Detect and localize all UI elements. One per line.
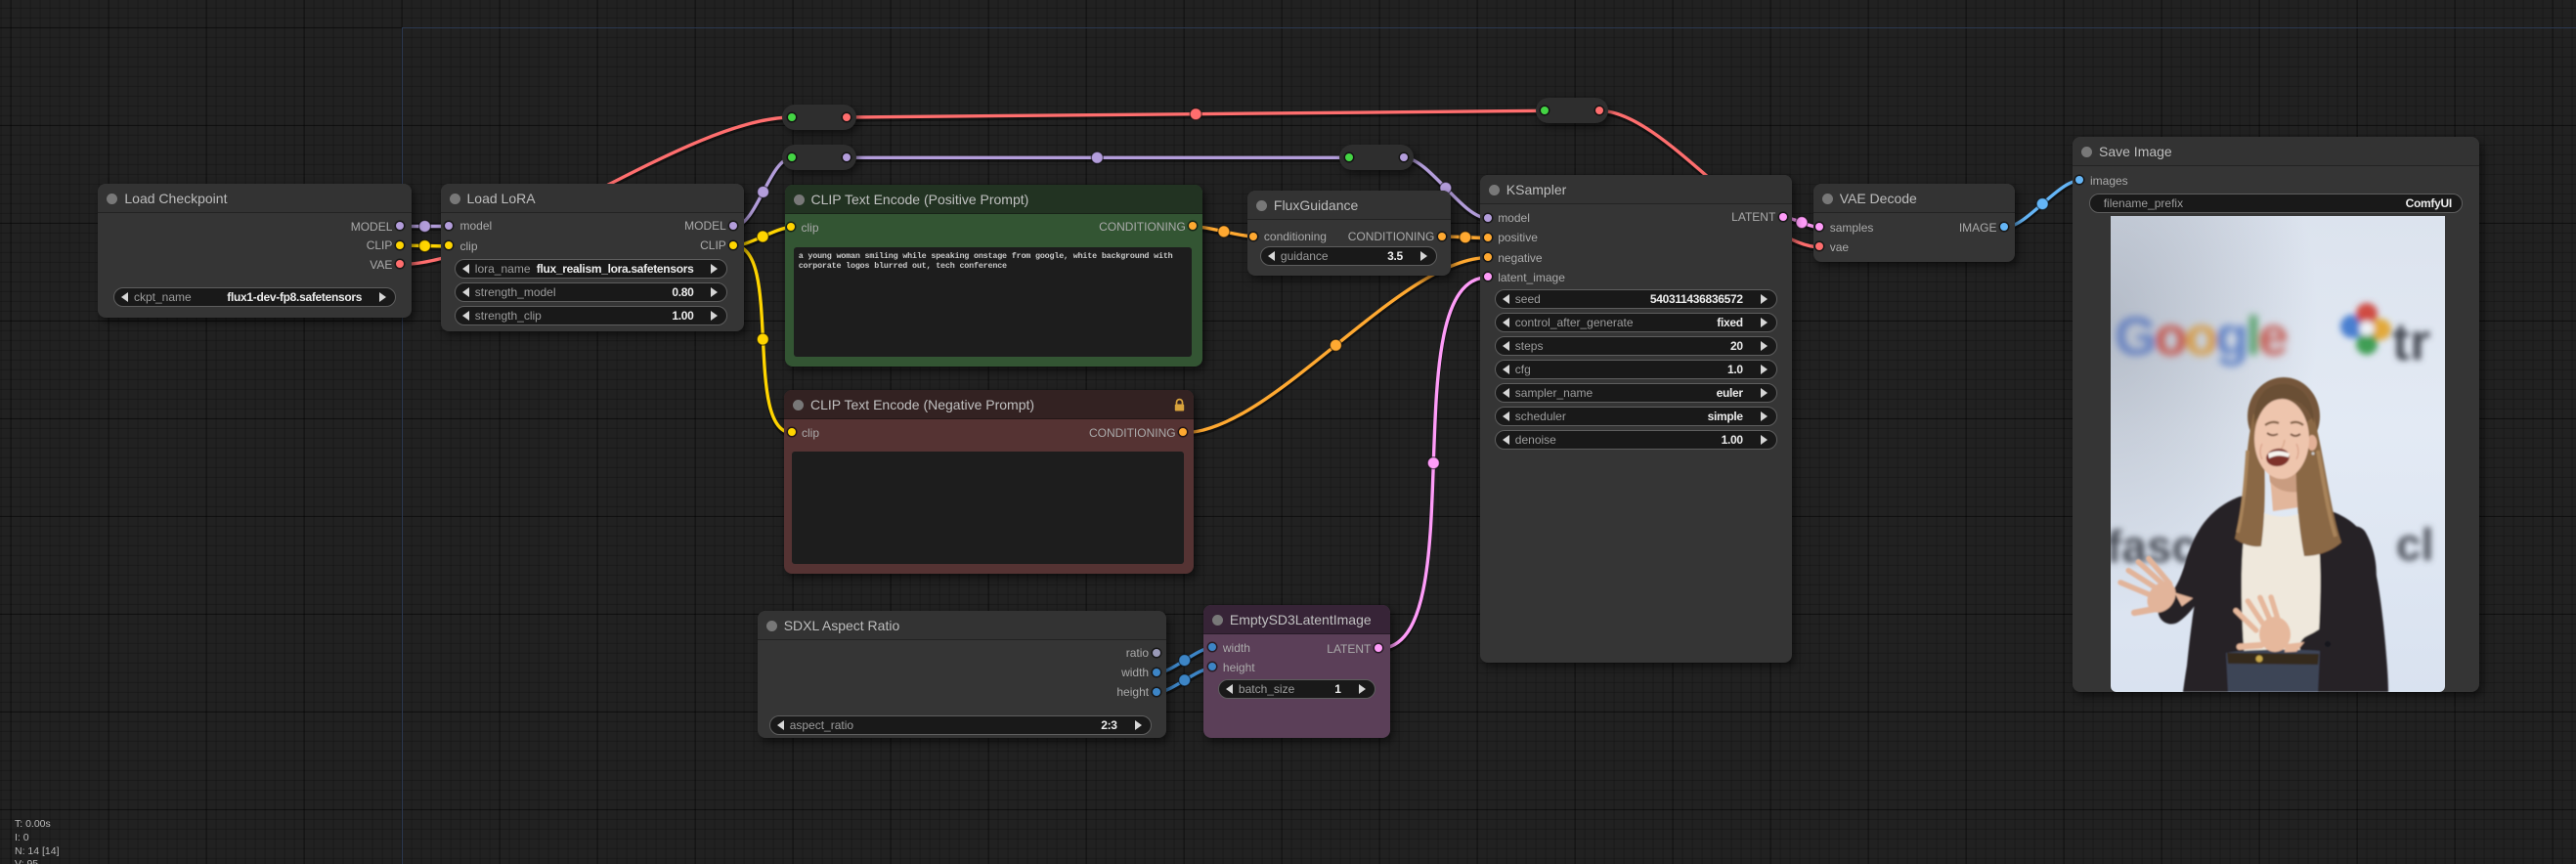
svg-text:tr: tr: [2392, 313, 2430, 371]
svg-text:Google: Google: [2115, 305, 2288, 367]
svg-text:cl: cl: [2396, 519, 2433, 570]
